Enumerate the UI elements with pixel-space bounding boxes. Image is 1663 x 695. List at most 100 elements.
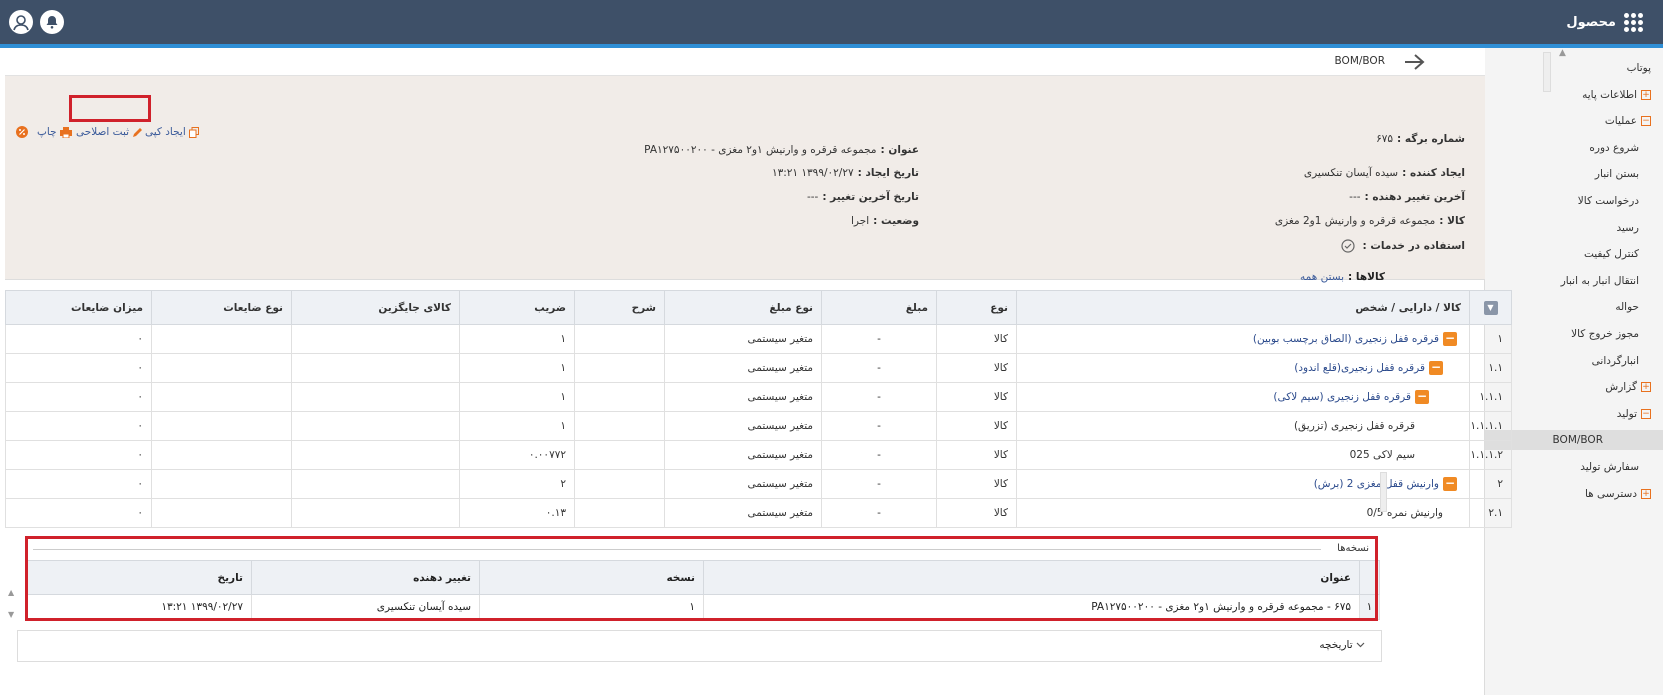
table-row[interactable]: ۲.۱ وارنیش نمره 0/5 کالا - متغیر سیستمی ۰.۱۳ ۰ [5, 498, 1512, 528]
cell-alt [291, 498, 460, 528]
sidebar-collapse-icon[interactable]: ▲ [1559, 48, 1566, 58]
cell-name: −قرقره قفل زنجیری(قلع اندود) [1016, 353, 1470, 383]
sidebar-item-label: گزارش [1605, 381, 1637, 394]
column-header[interactable]: نوع مبلغ [664, 290, 822, 325]
sidebar-item[interactable]: پوتاب [1485, 58, 1663, 78]
column-header[interactable]: مبلغ [821, 290, 937, 325]
cell-name: −وارنیش قفل مغزی 2 (برش) [1016, 469, 1470, 499]
table-row[interactable]: ۱.۱.۱.۱ قرقره قفل زنجیری (تزریق) کالا - متغی… [5, 411, 1512, 441]
cell-desc [574, 382, 665, 412]
cell-type: کالا [936, 498, 1017, 528]
cell-waste: ۰ [5, 353, 152, 383]
sidebar-item[interactable]: + اطلاعات پایه [1485, 85, 1663, 105]
app-brand[interactable]: محصول [1566, 10, 1643, 34]
cell-type: کالا [936, 353, 1017, 383]
collapse-all-link[interactable]: بستن همه [1300, 271, 1344, 283]
column-header[interactable]: ضریب [459, 290, 575, 325]
cell-factor: ۲ [459, 469, 575, 499]
cell-desc [574, 324, 665, 354]
item-name[interactable]: قرقره قفل زنجیری (سیم لاکی) [1273, 391, 1411, 403]
cell-waste: ۰ [5, 498, 152, 528]
last-modifier: آخرین تغییر دهنده :--- [1349, 191, 1465, 203]
expand-icon[interactable]: + [1641, 488, 1651, 499]
goods-table-scrollbar[interactable] [1380, 472, 1387, 512]
cell-type: کالا [936, 469, 1017, 499]
cell-num: ۱.۱.۱.۱ [1469, 411, 1512, 441]
created-date: تاریخ ایجاد :۱۳۹۹/۰۲/۲۷ ۱۳:۲۱ [771, 167, 919, 179]
expand-icon[interactable]: + [1641, 382, 1651, 393]
table-row[interactable]: ۱.۱.۱.۲ سیم لاکی 025 کالا - متغیر سیستمی ۰.۰۰… [5, 440, 1512, 470]
breadcrumb: BOM/BOR [5, 48, 1485, 76]
cell-waste_type [151, 498, 292, 528]
cell-waste_type [151, 324, 292, 354]
cell-waste_type [151, 382, 292, 412]
column-header[interactable]: نوع [936, 290, 1017, 325]
sidebar-scrollbar[interactable] [1543, 52, 1551, 92]
item-name[interactable]: قرقره قفل زنجیری (الصاق برچسب بوبین) [1253, 333, 1439, 345]
scroll-down-icon[interactable]: ▼ [8, 610, 14, 619]
cell-amount: - [821, 353, 937, 383]
user-avatar-icon[interactable] [9, 10, 33, 34]
apps-grid-icon[interactable] [1624, 12, 1643, 32]
cell-waste_type [151, 411, 292, 441]
table-row[interactable]: ۱ −قرقره قفل زنجیری (الصاق برچسب بوبین) کا… [5, 324, 1512, 354]
item-name[interactable]: قرقره قفل زنجیری(قلع اندود) [1294, 362, 1425, 374]
revise-button[interactable]: ثبت اصلاحی [76, 126, 143, 138]
cell-factor: ۰.۱۳ [459, 498, 575, 528]
table-row[interactable]: ۱.۱.۱ −قرقره قفل زنجیری (سیم لاکی) کالا - مت… [5, 382, 1512, 412]
cell-type: کالا [936, 324, 1017, 354]
cell-amount_type: متغیر سیستمی [664, 353, 822, 383]
bell-icon[interactable] [40, 10, 64, 34]
column-header[interactable]: نوع ضایعات [151, 290, 292, 325]
cell-waste: ۰ [5, 324, 152, 354]
item-name: سیم لاکی 025 [1349, 449, 1415, 461]
cell-factor: ۱ [459, 353, 575, 383]
sidebar-item[interactable]: شروع دوره [1485, 138, 1663, 158]
cell-amount: - [821, 382, 937, 412]
sidebar-item[interactable]: کنترل کیفیت [1485, 244, 1663, 264]
column-header[interactable]: شرح [574, 290, 665, 325]
print-button[interactable]: چاپ [37, 126, 72, 138]
collapse-row-icon[interactable]: − [1415, 390, 1429, 404]
percent-button[interactable] [16, 126, 28, 138]
column-header[interactable]: میزان ضایعات [5, 290, 152, 325]
expand-icon[interactable]: + [1641, 89, 1651, 100]
collapse-row-icon[interactable]: − [1443, 332, 1457, 346]
table-row[interactable]: ۱.۱ −قرقره قفل زنجیری(قلع اندود) کالا - متغی… [5, 353, 1512, 383]
cell-amount: - [821, 440, 937, 470]
cell-amount_type: متغیر سیستمی [664, 411, 822, 441]
collapse-row-icon[interactable]: − [1429, 361, 1443, 375]
back-arrow-icon[interactable] [1403, 52, 1425, 72]
cell-type: کالا [936, 440, 1017, 470]
collapse-row-icon[interactable]: − [1443, 477, 1457, 491]
cell-alt [291, 324, 460, 354]
cell-waste: ۰ [5, 469, 152, 499]
column-menu-icon[interactable]: ▼ [1483, 300, 1498, 315]
creator: ایجاد کننده :سیده آیسان تنکسیری [1303, 167, 1465, 179]
sidebar-item[interactable]: انتقال انبار به انبار [1485, 271, 1663, 291]
sidebar-item[interactable]: −عملیات [1485, 111, 1663, 131]
item-name[interactable]: وارنیش قفل مغزی 2 (برش) [1314, 478, 1439, 490]
column-header[interactable]: ▼ [1469, 290, 1512, 325]
copy-button[interactable]: ایجاد کپی [145, 126, 199, 138]
sidebar-item-label: پوتاب [1626, 62, 1651, 74]
history-title: تاریخچه [1319, 639, 1369, 651]
cell-alt [291, 469, 460, 499]
scroll-up-icon[interactable]: ▲ [8, 588, 14, 597]
cell-amount: - [821, 498, 937, 528]
collapse-icon[interactable]: − [1641, 116, 1651, 127]
sidebar-item-label: انتقال انبار به انبار [1560, 274, 1639, 287]
history-panel[interactable]: تاریخچه [17, 630, 1382, 662]
sidebar-item-label: مجوز خروج کالا [1571, 328, 1639, 340]
column-header[interactable]: کالای جایگزین [291, 290, 460, 325]
sidebar-item[interactable]: بستن انبار [1485, 164, 1663, 184]
cell-type: کالا [936, 382, 1017, 412]
table-row[interactable]: ۲ −وارنیش قفل مغزی 2 (برش) کالا - متغیر سیست… [5, 469, 1512, 499]
sidebar-item[interactable]: رسید [1485, 218, 1663, 238]
brand-label: محصول [1566, 14, 1616, 30]
cell-alt [291, 382, 460, 412]
sidebar-item[interactable]: درخواست کالا [1485, 191, 1663, 211]
collapse-icon[interactable]: − [1641, 408, 1651, 419]
column-header[interactable]: کالا / دارایی / شخص [1016, 290, 1470, 325]
cell-waste: ۰ [5, 382, 152, 412]
